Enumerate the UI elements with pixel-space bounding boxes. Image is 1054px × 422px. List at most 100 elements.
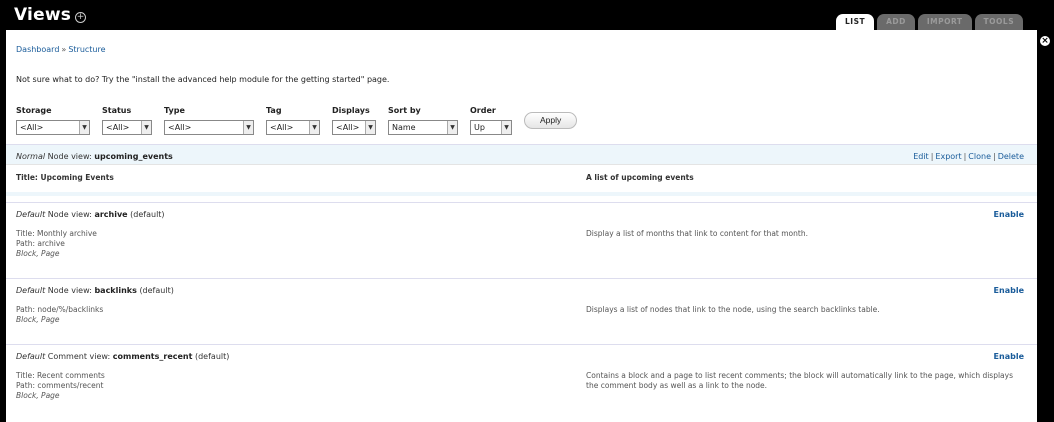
filter-status: Status <All> ▼	[102, 106, 152, 135]
filter-sort-by-label: Sort by	[388, 106, 421, 115]
view-path: Path: comments/recent	[16, 381, 104, 390]
order-select[interactable]: Up ▼	[470, 120, 512, 135]
view-name: archive	[94, 210, 128, 219]
breadcrumb-structure[interactable]: Structure	[68, 45, 105, 54]
breadcrumb-dashboard[interactable]: Dashboard	[16, 45, 59, 54]
views-panel: Dashboard» Structure Not sure what to do?…	[6, 30, 1037, 422]
apply-button[interactable]: Apply	[524, 112, 578, 129]
view-displays: Block, Page	[16, 391, 60, 400]
chevron-down-icon: ▼	[309, 121, 319, 134]
page-title: Views	[14, 5, 72, 25]
filter-displays: Displays <All> ▼	[332, 106, 376, 135]
tag-select[interactable]: <All> ▼	[266, 120, 320, 135]
filter-displays-label: Displays	[332, 106, 370, 115]
chevron-down-icon: ▼	[79, 121, 89, 134]
tab-add[interactable]: ADD	[877, 14, 915, 30]
view-default-tag: (default)	[130, 210, 165, 219]
sort-by-select[interactable]: Name ▼	[388, 120, 458, 135]
view-name: upcoming_events	[94, 152, 173, 161]
view-operations: Edit | Export | Clone | Delete	[913, 152, 1024, 161]
filter-tag-label: Tag	[266, 106, 282, 115]
displays-select[interactable]: <All> ▼	[332, 120, 376, 135]
view-row-comments-recent: Default Comment view: comments_recent (d…	[6, 344, 1037, 422]
filter-order: Order Up ▼	[470, 106, 512, 135]
close-icon[interactable]: ×	[1038, 34, 1052, 48]
chevron-down-icon: ▼	[501, 121, 511, 134]
overlay-header: Views + LIST ADD IMPORT TOOLS	[0, 0, 1054, 30]
plus-circle-icon[interactable]: +	[75, 12, 86, 23]
view-heading: Normal Node view: upcoming_events	[16, 152, 173, 161]
view-storage: Default	[16, 286, 46, 295]
filter-storage-label: Storage	[16, 106, 52, 115]
view-description: Display a list of months that link to co…	[586, 229, 808, 238]
view-heading: Default Node view: backlinks (default)	[16, 286, 174, 295]
view-row-backlinks: Default Node view: backlinks (default) E…	[6, 278, 1037, 338]
view-storage: Default	[16, 210, 46, 219]
view-row-archive: Default Node view: archive (default) Ena…	[6, 202, 1037, 272]
view-heading: Default Comment view: comments_recent (d…	[16, 352, 229, 361]
sort-by-select-value: Name	[392, 123, 416, 132]
view-title: Title: Monthly archive	[16, 229, 97, 238]
help-text: Not sure what to do? Try the "install th…	[16, 75, 390, 84]
storage-select[interactable]: <All> ▼	[16, 120, 90, 135]
clone-link[interactable]: Clone	[968, 152, 991, 161]
view-type: Node view:	[47, 286, 92, 295]
chevron-down-icon: ▼	[365, 121, 375, 134]
chevron-down-icon: ▼	[141, 121, 151, 134]
view-title: Title: Upcoming Events	[16, 173, 114, 182]
view-type: Node view:	[47, 152, 92, 161]
view-heading: Default Node view: archive (default)	[16, 210, 165, 219]
enable-link[interactable]: Enable	[994, 286, 1024, 295]
view-operations: Enable	[994, 352, 1024, 361]
filter-storage: Storage <All> ▼	[16, 106, 90, 135]
breadcrumb: Dashboard» Structure	[16, 45, 106, 54]
type-select-value: <All>	[168, 123, 192, 132]
view-path: Path: archive	[16, 239, 65, 248]
tag-select-value: <All>	[270, 123, 294, 132]
enable-link[interactable]: Enable	[994, 210, 1024, 219]
view-default-tag: (default)	[194, 352, 230, 361]
export-link[interactable]: Export	[935, 152, 961, 161]
storage-select-value: <All>	[20, 123, 44, 132]
view-displays: Block, Page	[16, 315, 60, 324]
status-select-value: <All>	[106, 123, 130, 132]
view-description: Contains a block and a page to list rece…	[586, 371, 1013, 390]
delete-link[interactable]: Delete	[998, 152, 1024, 161]
view-row-upcoming-events: Normal Node view: upcoming_events Edit | E…	[6, 144, 1037, 196]
filter-type-label: Type	[164, 106, 185, 115]
tab-bar: LIST ADD IMPORT TOOLS	[836, 14, 1024, 30]
filter-status-label: Status	[102, 106, 132, 115]
view-meta: Title: Monthly archive Path: archive Blo…	[16, 229, 97, 259]
breadcrumb-separator: »	[61, 45, 67, 54]
view-title: Title: Recent comments	[16, 371, 105, 380]
view-type: Node view:	[47, 210, 92, 219]
view-storage: Default	[16, 352, 46, 361]
view-description: A list of upcoming events	[586, 173, 694, 182]
view-meta: Title: Recent comments Path: comments/re…	[16, 371, 105, 401]
displays-select-value: <All>	[336, 123, 360, 132]
chevron-down-icon: ▼	[447, 121, 457, 134]
view-storage: Normal	[16, 152, 46, 161]
view-operations: Enable	[994, 210, 1024, 219]
filter-sort-by: Sort by Name ▼	[388, 106, 458, 135]
tab-list[interactable]: LIST	[836, 14, 875, 30]
chevron-down-icon: ▼	[243, 121, 253, 134]
filter-tag: Tag <All> ▼	[266, 106, 320, 135]
tab-tools[interactable]: TOOLS	[974, 14, 1024, 30]
type-select[interactable]: <All> ▼	[164, 120, 254, 135]
filter-bar: Storage <All> ▼ Status <All> ▼ Type <All> ▼…	[16, 106, 578, 135]
enable-link[interactable]: Enable	[994, 352, 1024, 361]
filter-type: Type <All> ▼	[164, 106, 254, 135]
view-default-tag: (default)	[139, 286, 174, 295]
view-type: Comment view:	[47, 352, 111, 361]
status-select[interactable]: <All> ▼	[102, 120, 152, 135]
filter-order-label: Order	[470, 106, 496, 115]
view-meta: Title: Upcoming Events	[16, 173, 114, 183]
view-name: backlinks	[94, 286, 137, 295]
order-select-value: Up	[474, 123, 485, 132]
tab-import[interactable]: IMPORT	[917, 14, 972, 30]
view-meta: Path: node/%/backlinks Block, Page	[16, 305, 103, 325]
view-operations: Enable	[994, 286, 1024, 295]
edit-link[interactable]: Edit	[913, 152, 929, 161]
view-path: Path: node/%/backlinks	[16, 305, 104, 314]
